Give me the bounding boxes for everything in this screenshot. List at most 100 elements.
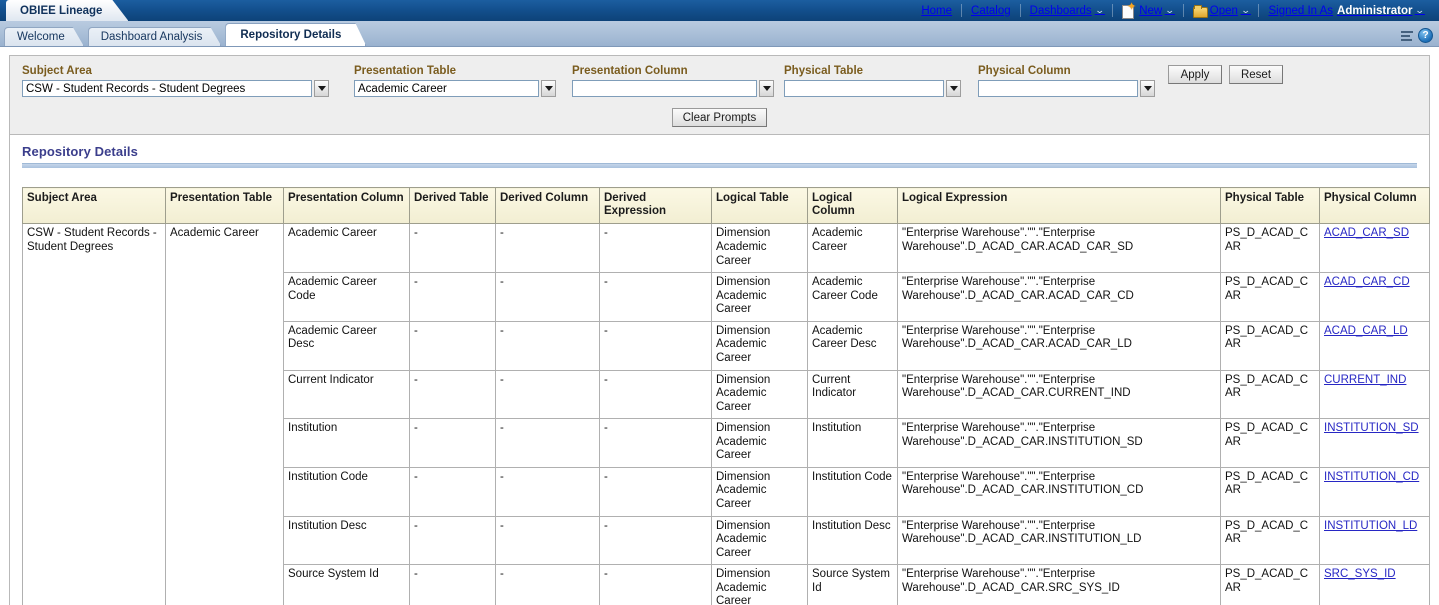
th-physical-column[interactable]: Physical Column (1319, 186, 1430, 225)
tab-repository-details[interactable]: Repository Details (225, 23, 366, 46)
cell-physical-table: PS_D_ACAD_CAR (1220, 418, 1320, 468)
prompt-physical-table-label: Physical Table (784, 65, 864, 77)
tab-welcome[interactable]: Welcome (4, 27, 84, 46)
subject-area-input[interactable] (22, 80, 312, 97)
nav-home[interactable]: Home (912, 0, 961, 21)
prompt-subject-area-label: Subject Area (22, 65, 92, 77)
th-logical-column[interactable]: Logical Column (807, 186, 898, 225)
cell-presentation-column: Academic Career (283, 223, 410, 274)
physical-column-input[interactable] (978, 80, 1138, 97)
clear-prompts-row: Clear Prompts (10, 108, 1429, 127)
th-subject-area[interactable]: Subject Area (22, 186, 166, 225)
physical-column-link[interactable]: ACAD_CAR_SD (1324, 227, 1409, 239)
physical-column-link[interactable]: ACAD_CAR_CD (1324, 276, 1410, 288)
main-content: Subject Area Presentation Table Presenta… (0, 47, 1439, 605)
report-title: Repository Details (22, 144, 138, 159)
th-derived-table[interactable]: Derived Table (409, 186, 496, 225)
presentation-table-combobox[interactable] (354, 80, 572, 97)
cell-derived-expression: - (599, 272, 712, 322)
prompt-physical-table: Physical Table (784, 65, 978, 97)
cell-physical-column: INSTITUTION_LD (1319, 515, 1430, 566)
reset-button[interactable]: Reset (1229, 65, 1283, 84)
repository-details-table: Subject Area Presentation Table Presenta… (22, 186, 1430, 605)
help-icon[interactable]: ? (1418, 28, 1433, 43)
cell-derived-table: - (409, 515, 496, 566)
cell-physical-column: SRC_SYS_ID (1319, 564, 1430, 605)
physical-column-dropdown-arrow[interactable] (1140, 80, 1155, 97)
prompt-subject-area: Subject Area (22, 65, 354, 97)
cell-logical-table: Dimension Academic Career (711, 369, 808, 420)
page-options-icon[interactable] (1399, 29, 1415, 43)
nav-open[interactable]: Open ⌄ (1184, 0, 1259, 21)
cell-logical-table: Dimension Academic Career (711, 418, 808, 468)
cell-logical-table: Dimension Academic Career (711, 466, 808, 517)
application-header-bar: OBIEE Lineage Home Catalog Dashboards ⌄ … (0, 0, 1439, 21)
physical-column-link[interactable]: INSTITUTION_SD (1324, 422, 1419, 434)
nav-open-label: Open (1209, 4, 1238, 17)
th-presentation-column[interactable]: Presentation Column (283, 186, 410, 225)
physical-table-dropdown-arrow[interactable] (946, 80, 961, 97)
subject-area-combobox[interactable] (22, 80, 354, 97)
presentation-column-dropdown-arrow[interactable] (759, 80, 774, 97)
th-derived-expression[interactable]: Derived Expression (599, 186, 712, 225)
subject-area-dropdown-arrow[interactable] (314, 80, 329, 97)
th-physical-table[interactable]: Physical Table (1220, 186, 1320, 225)
nav-catalog[interactable]: Catalog (962, 0, 1020, 21)
cell-logical-column: Source System Id (807, 564, 898, 605)
presentation-column-input[interactable] (572, 80, 757, 97)
chevron-down-icon: ⌄ (1094, 5, 1105, 15)
physical-table-combobox[interactable] (784, 80, 978, 97)
nav-dashboards[interactable]: Dashboards ⌄ (1021, 0, 1113, 21)
cell-derived-expression: - (599, 466, 712, 517)
cell-derived-table: - (409, 564, 496, 605)
cell-derived-expression: - (599, 320, 712, 371)
th-presentation-table[interactable]: Presentation Table (165, 186, 284, 225)
cell-derived-table: - (409, 369, 496, 420)
tab-dashboard-analysis-label: Dashboard Analysis (100, 31, 203, 43)
physical-column-link[interactable]: SRC_SYS_ID (1324, 568, 1396, 580)
cell-physical-column: ACAD_CAR_LD (1319, 320, 1430, 371)
cell-presentation-column: Institution Desc (283, 515, 410, 566)
nav-new-label: New (1139, 4, 1163, 17)
cell-derived-table: - (409, 320, 496, 371)
presentation-table-input[interactable] (354, 80, 539, 97)
prompt-physical-column: Physical Column (978, 65, 1168, 97)
cell-logical-table: Dimension Academic Career (711, 272, 808, 322)
cell-presentation-column: Source System Id (283, 564, 410, 605)
physical-column-combobox[interactable] (978, 80, 1168, 97)
cell-logical-column: Institution Code (807, 466, 898, 517)
cell-physical-column: ACAD_CAR_SD (1319, 223, 1430, 274)
physical-column-link[interactable]: INSTITUTION_LD (1324, 520, 1417, 532)
cell-logical-table: Dimension Academic Career (711, 320, 808, 371)
folder-open-icon (1192, 4, 1208, 18)
cell-logical-column: Institution (807, 418, 898, 468)
th-logical-table[interactable]: Logical Table (711, 186, 808, 225)
physical-column-link[interactable]: CURRENT_IND (1324, 374, 1406, 386)
new-document-icon (1122, 2, 1136, 19)
cell-physical-table: PS_D_ACAD_CAR (1220, 223, 1320, 274)
current-user-name: Administrator (1337, 4, 1413, 17)
nav-new[interactable]: New ⌄ (1113, 0, 1183, 21)
cell-physical-column: CURRENT_IND (1319, 369, 1430, 420)
th-derived-column[interactable]: Derived Column (495, 186, 600, 225)
nav-signed-in-as[interactable]: Signed In As Administrator ⌄ (1259, 0, 1433, 21)
presentation-column-combobox[interactable] (572, 80, 784, 97)
apply-button[interactable]: Apply (1168, 65, 1222, 84)
cell-derived-column: - (495, 272, 600, 322)
page-tools: ? (1399, 28, 1433, 43)
lineage-table-body: CSW - Student Records - Student Degrees A… (22, 223, 1430, 605)
prompt-action-buttons: Apply Reset (1168, 65, 1283, 85)
cell-physical-column: INSTITUTION_CD (1319, 466, 1430, 517)
physical-column-link[interactable]: ACAD_CAR_LD (1324, 325, 1408, 337)
tab-dashboard-analysis[interactable]: Dashboard Analysis (88, 27, 222, 46)
cell-presentation-column: Academic Career Code (283, 272, 410, 322)
physical-column-link[interactable]: INSTITUTION_CD (1324, 471, 1419, 483)
dashboard-panel: Subject Area Presentation Table Presenta… (9, 55, 1430, 605)
cell-presentation-column: Institution Code (283, 466, 410, 517)
cell-presentation-column: Academic Career Desc (283, 320, 410, 371)
presentation-table-dropdown-arrow[interactable] (541, 80, 556, 97)
cell-logical-column: Institution Desc (807, 515, 898, 566)
th-logical-expression[interactable]: Logical Expression (897, 186, 1221, 225)
physical-table-input[interactable] (784, 80, 944, 97)
clear-prompts-button[interactable]: Clear Prompts (671, 108, 768, 127)
